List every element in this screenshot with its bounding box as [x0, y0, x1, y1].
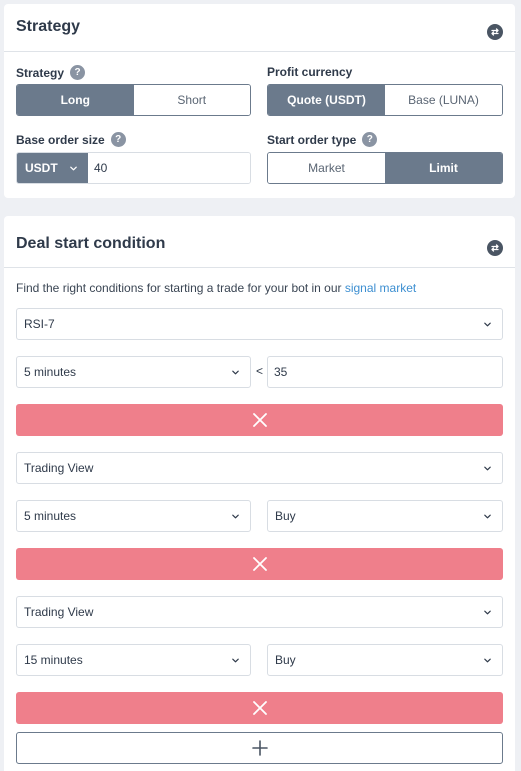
condition-3-timeframe-select[interactable]: 15 minutes [16, 644, 251, 676]
base-order-size-label: Base order size ? [16, 132, 126, 147]
condition-1-timeframe-value: 5 minutes [24, 365, 77, 379]
profit-currency-label: Profit currency [267, 65, 352, 79]
condition-2-source-value: Trading View [24, 461, 94, 475]
condition-2-signal-select[interactable]: Buy [267, 500, 503, 532]
condition-1-remove-button[interactable] [16, 404, 503, 436]
condition-3-source-value: Trading View [24, 605, 94, 619]
swap-arrows-icon[interactable] [487, 240, 503, 256]
base-order-currency-value: USDT [25, 161, 58, 175]
plus-icon [251, 740, 268, 756]
condition-3-remove-button[interactable] [16, 692, 503, 724]
start-order-type-label-text: Start order type [267, 132, 357, 147]
base-order-size-label-text: Base order size [16, 132, 105, 147]
base-order-size-field: USDT [16, 152, 251, 184]
close-icon [252, 413, 267, 427]
condition-2-source-select[interactable]: Trading View [16, 452, 503, 484]
chevron-down-icon [484, 466, 491, 470]
start-order-type-option-market[interactable]: Market [268, 153, 385, 183]
deal-intro-text: Find the right conditions for starting a… [16, 281, 416, 295]
start-order-type-option-limit[interactable]: Limit [385, 153, 502, 183]
question-circle-icon[interactable]: ? [362, 132, 378, 147]
strategy-option-long[interactable]: Long [17, 85, 134, 115]
condition-3-source-select[interactable]: Trading View [16, 596, 503, 628]
condition-1-timeframe-select[interactable]: 5 minutes [16, 356, 251, 388]
chevron-down-icon [70, 166, 77, 170]
chevron-down-icon [232, 370, 239, 374]
strategy-toggle: Long Short [16, 84, 251, 116]
condition-3-timeframe-value: 15 minutes [24, 653, 83, 667]
condition-3-signal-select[interactable]: Buy [267, 644, 503, 676]
condition-1-source-value: RSI-7 [24, 317, 55, 331]
chevron-down-icon [484, 514, 491, 518]
add-condition-button[interactable] [16, 732, 503, 764]
base-order-currency-select[interactable]: USDT [17, 153, 88, 183]
condition-2-remove-button[interactable] [16, 548, 503, 580]
deal-card-header: Deal start condition [4, 216, 515, 268]
condition-2-signal-value: Buy [275, 509, 296, 523]
close-icon [252, 557, 267, 571]
condition-1-value-input[interactable]: 35 [267, 356, 503, 388]
condition-1-operator: < [256, 364, 264, 378]
chevron-down-icon [484, 610, 491, 614]
start-order-type-toggle: Market Limit [267, 152, 503, 184]
chevron-down-icon [232, 658, 239, 662]
profit-currency-option-base[interactable]: Base (LUNA) [385, 85, 502, 115]
question-circle-icon[interactable]: ? [70, 65, 86, 80]
chevron-down-icon [484, 322, 491, 326]
condition-2-timeframe-select[interactable]: 5 minutes [16, 500, 251, 532]
chevron-down-icon [232, 514, 239, 518]
close-icon [252, 701, 267, 715]
swap-arrows-icon[interactable] [487, 24, 503, 40]
condition-1-source-select[interactable]: RSI-7 [16, 308, 503, 340]
deal-intro-text-body: Find the right conditions for starting a… [16, 281, 345, 295]
deal-card-title: Deal start condition [16, 235, 166, 252]
start-order-type-label: Start order type ? [267, 132, 378, 147]
strategy-label-text: Strategy [16, 65, 65, 80]
strategy-label: Strategy ? [16, 65, 86, 80]
profit-currency-option-quote[interactable]: Quote (USDT) [268, 85, 385, 115]
chevron-down-icon [484, 658, 491, 662]
strategy-option-short[interactable]: Short [133, 85, 250, 115]
profit-currency-toggle: Quote (USDT) Base (LUNA) [267, 84, 503, 116]
condition-3-signal-value: Buy [275, 653, 296, 667]
signal-market-link[interactable]: signal market [345, 281, 416, 295]
question-circle-icon[interactable]: ? [110, 132, 126, 147]
condition-2-timeframe-value: 5 minutes [24, 509, 77, 523]
deal-start-condition-card: Deal start condition Find the right cond… [4, 216, 515, 771]
strategy-card-header: Strategy [4, 4, 515, 52]
base-order-size-input[interactable] [88, 153, 250, 183]
strategy-card-title: Strategy [16, 18, 81, 35]
profit-currency-label-text: Profit currency [267, 65, 353, 79]
strategy-card: Strategy Strategy ? Long Short Profit cu… [4, 4, 515, 198]
